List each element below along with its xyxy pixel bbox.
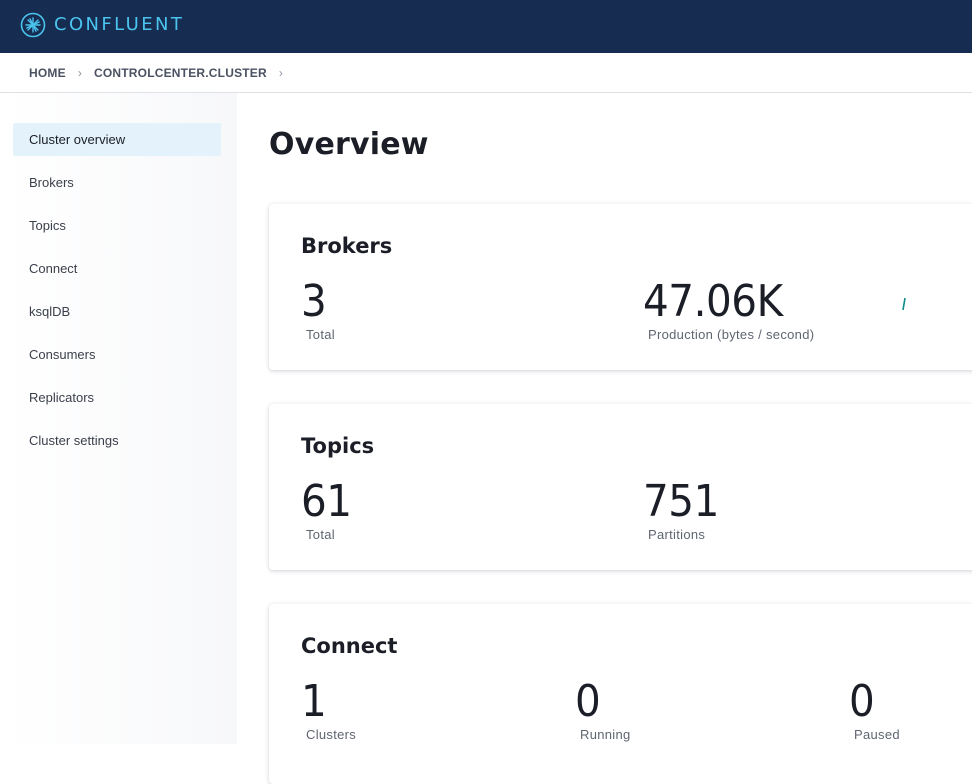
sidebar-item-consumers[interactable]: Consumers <box>13 338 221 371</box>
brokers-production-label: Production (bytes / second) <box>648 327 815 342</box>
topics-partitions-metric: 751 Partitions <box>643 476 725 543</box>
breadcrumb-home[interactable]: HOME <box>29 66 66 80</box>
brand-logo[interactable]: CONFLUENT <box>20 12 184 38</box>
breadcrumb-cluster[interactable]: CONTROLCENTER.CLUSTER <box>94 66 267 80</box>
breadcrumb-bar: HOME › CONTROLCENTER.CLUSTER › <box>0 53 972 93</box>
sidebar: Cluster overview Brokers Topics Connect … <box>0 93 237 744</box>
brokers-card[interactable]: Brokers 3 Total 47.06K Production (bytes… <box>269 204 972 370</box>
brokers-total-metric: 3 Total <box>301 276 335 343</box>
production-sparkline-line <box>902 297 906 311</box>
confluent-logo-icon <box>20 12 46 38</box>
main-content: Overview Brokers 3 Total 47.06K Producti… <box>237 93 972 784</box>
connect-clusters-metric: 1 Clusters <box>301 676 357 743</box>
top-bar: CONFLUENT <box>0 0 972 53</box>
sidebar-item-cluster-settings[interactable]: Cluster settings <box>13 424 221 457</box>
connect-clusters-value: 1 <box>301 676 327 727</box>
sidebar-item-connect[interactable]: Connect <box>13 252 221 285</box>
connect-card[interactable]: Connect 1 Clusters 0 Running 0 Paused <box>269 604 972 784</box>
page-title: Overview <box>269 127 429 162</box>
connect-paused-metric: 0 Paused <box>849 676 900 743</box>
brokers-production-value: 47.06K <box>643 276 783 327</box>
connect-running-value: 0 <box>575 676 601 727</box>
sidebar-item-brokers[interactable]: Brokers <box>13 166 221 199</box>
brand-name: CONFLUENT <box>54 14 185 35</box>
brokers-card-title: Brokers <box>301 234 393 258</box>
sidebar-item-topics[interactable]: Topics <box>13 209 221 242</box>
topics-card-title: Topics <box>301 434 375 458</box>
production-sparkline <box>902 297 906 311</box>
brokers-total-label: Total <box>306 327 335 342</box>
chevron-right-icon: › <box>278 65 284 80</box>
topics-total-label: Total <box>306 527 335 542</box>
sidebar-item-cluster-overview[interactable]: Cluster overview <box>13 123 221 156</box>
breadcrumb: HOME › CONTROLCENTER.CLUSTER › <box>29 53 295 92</box>
topics-partitions-value: 751 <box>643 476 719 527</box>
connect-paused-label: Paused <box>854 727 900 742</box>
connect-running-label: Running <box>580 727 631 742</box>
connect-paused-value: 0 <box>849 676 875 727</box>
topics-card[interactable]: Topics 61 Total 751 Partitions <box>269 404 972 570</box>
sidebar-item-ksqldb[interactable]: ksqlDB <box>13 295 221 328</box>
topics-total-metric: 61 Total <box>301 476 356 543</box>
brokers-production-metric: 47.06K Production (bytes / second) <box>643 276 815 343</box>
chevron-right-icon: › <box>77 65 83 80</box>
topics-partitions-label: Partitions <box>648 527 706 542</box>
connect-clusters-label: Clusters <box>306 727 357 742</box>
connect-card-title: Connect <box>301 634 398 658</box>
sidebar-item-replicators[interactable]: Replicators <box>13 381 221 414</box>
connect-running-metric: 0 Running <box>575 676 631 743</box>
topics-total-value: 61 <box>301 476 352 527</box>
brokers-total-value: 3 <box>301 276 327 327</box>
